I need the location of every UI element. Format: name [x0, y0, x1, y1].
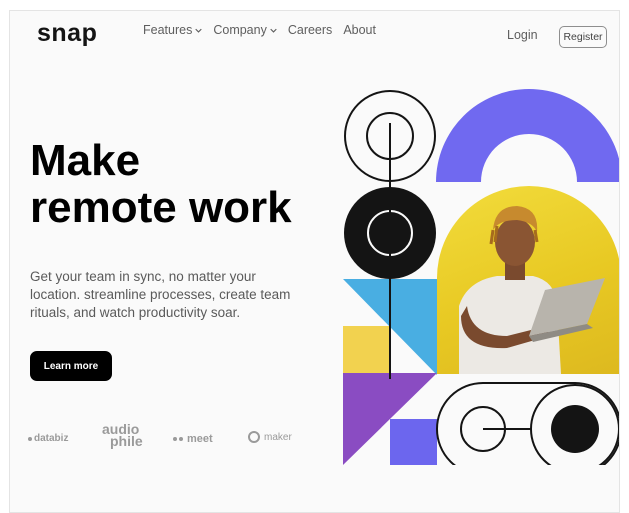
meet-dot-icon	[179, 437, 183, 441]
databiz-dot-icon	[28, 436, 32, 441]
chevron-down-icon	[195, 28, 203, 33]
nav-about[interactable]: About	[343, 23, 376, 37]
nav-features-label: Features	[143, 23, 193, 37]
audiophile-logo: audio phile	[102, 422, 143, 449]
hero-headline: Make remote work	[30, 137, 292, 231]
hero-photo	[437, 186, 619, 374]
nav-company[interactable]: Company	[213, 23, 277, 37]
meet-logo: meet	[173, 433, 213, 445]
databiz-label: databiz	[34, 433, 69, 444]
headline-line-2: remote work	[30, 183, 292, 232]
hero-description: Get your team in sync, no matter your lo…	[30, 269, 291, 320]
login-link[interactable]: Login	[507, 28, 538, 42]
meet-dot-icon	[173, 437, 177, 441]
meet-label: meet	[187, 433, 213, 445]
databiz-logo: databiz	[28, 433, 68, 444]
maker-mark-icon	[248, 431, 260, 443]
learn-more-button[interactable]: Learn more	[30, 351, 112, 381]
register-button[interactable]: Register	[559, 26, 607, 48]
client-logos: databiz audio phile meet maker	[28, 422, 328, 459]
hero-illustration	[343, 89, 619, 465]
person-head	[495, 218, 535, 266]
audiophile-line-2: phile	[110, 433, 143, 449]
chevron-down-icon	[270, 28, 277, 33]
main-nav: Features Company Careers About	[143, 23, 376, 37]
purple-arch-shape	[436, 89, 619, 182]
maker-logo: maker	[248, 431, 292, 443]
snap-logo[interactable]: snap	[37, 19, 97, 48]
maker-label: maker	[264, 431, 292, 443]
headline-line-1: Make	[30, 136, 141, 185]
page-frame: snap Features Company Careers About Logi…	[9, 10, 620, 513]
yellow-square-shape	[343, 326, 390, 373]
nav-careers[interactable]: Careers	[288, 23, 332, 37]
nav-company-label: Company	[213, 23, 267, 37]
nav-features[interactable]: Features	[143, 23, 203, 37]
periwinkle-square-shape	[390, 419, 437, 465]
